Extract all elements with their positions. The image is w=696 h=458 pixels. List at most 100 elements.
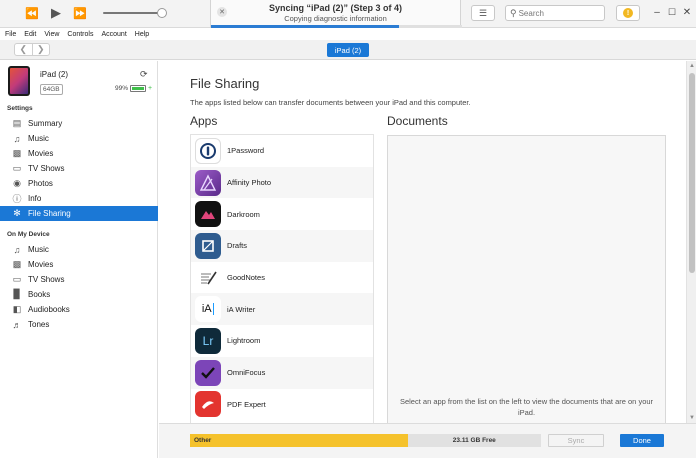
- sync-button[interactable]: Sync: [548, 434, 604, 447]
- main-panel: File Sharing The apps listed below can t…: [159, 61, 686, 423]
- play-icon[interactable]: ▶: [48, 5, 64, 20]
- list-view-button[interactable]: ☰: [471, 5, 495, 21]
- search-icon: ⚲: [510, 7, 517, 18]
- volume-slider[interactable]: [103, 12, 163, 14]
- sidebar-item-device-tones[interactable]: ♬ Tones: [0, 317, 158, 332]
- sidebar-item-file-sharing[interactable]: ✻ File Sharing: [0, 206, 158, 221]
- app-row-darkroom[interactable]: Darkroom: [191, 198, 373, 230]
- sidebar-item-label: Audiobooks: [28, 305, 70, 314]
- scroll-thumb[interactable]: [689, 73, 695, 273]
- forward-icon[interactable]: ❯: [31, 44, 50, 55]
- rewind-icon[interactable]: ⏪: [24, 6, 40, 20]
- sidebar-item-label: TV Shows: [28, 275, 65, 284]
- lightroom-icon: Lr: [195, 327, 221, 354]
- app-row-goodnotes[interactable]: GoodNotes: [191, 262, 373, 294]
- sync-spinner-icon: ⟳: [140, 69, 148, 79]
- app-row-omnifocus[interactable]: OmniFocus: [191, 356, 373, 389]
- sidebar-item-device-tv-shows[interactable]: ▭ TV Shows: [0, 272, 158, 287]
- maximize-icon[interactable]: ☐: [665, 4, 679, 20]
- documents-panel: Select an app from the list on the left …: [387, 135, 666, 423]
- volume-knob[interactable]: [157, 8, 167, 18]
- app-row-lightroom[interactable]: Lr Lightroom: [191, 325, 373, 357]
- sidebar-item-photos[interactable]: ◉ Photos: [0, 176, 158, 191]
- menu-controls[interactable]: Controls: [67, 31, 93, 38]
- vertical-scrollbar[interactable]: ▲ ▼: [686, 61, 696, 423]
- sidebar-item-label: Music: [28, 245, 49, 254]
- done-button[interactable]: Done: [620, 434, 664, 447]
- sidebar-item-movies[interactable]: ▩ Movies: [0, 146, 158, 161]
- scroll-up-icon[interactable]: ▲: [687, 61, 696, 71]
- sidebar-item-label: Tones: [28, 320, 50, 329]
- music-note-icon: ♫: [13, 244, 21, 255]
- app-name: Darkroom: [227, 209, 260, 219]
- tv-icon: ▭: [12, 274, 22, 284]
- apps-list: 1Password Affinity Photo Darkroom Drafts…: [190, 134, 374, 423]
- affinity-photo-icon: [195, 169, 221, 196]
- menu-file[interactable]: File: [5, 31, 16, 38]
- menu-help[interactable]: Help: [135, 31, 149, 38]
- menu-bar: File Edit View Controls Account Help: [0, 28, 696, 40]
- app-row-drafts[interactable]: Drafts: [191, 230, 373, 262]
- sync-status: Copying diagnostic information: [284, 14, 387, 23]
- sidebar-item-device-music[interactable]: ♫ Music: [0, 242, 158, 257]
- sidebar-item-info[interactable]: ⓘ Info: [0, 191, 158, 206]
- menu-account[interactable]: Account: [101, 31, 126, 38]
- apps-header: Apps: [190, 114, 218, 128]
- app-name: Drafts: [227, 241, 248, 251]
- search-input[interactable]: [518, 8, 593, 18]
- device-tab[interactable]: iPad (2): [327, 43, 369, 57]
- app-store-icon: ✻: [13, 208, 21, 218]
- app-row-affinity-photo[interactable]: Affinity Photo: [191, 166, 373, 199]
- app-name: OmniFocus: [227, 368, 266, 378]
- status-display: ✕ Syncing “iPad (2)” (Step 3 of 4) Copyi…: [210, 0, 462, 28]
- menu-edit[interactable]: Edit: [24, 31, 36, 38]
- sidebar: iPad (2) 64GB ⟳ 99% + Settings ▤ Summary…: [0, 61, 158, 458]
- sidebar-item-device-audiobooks[interactable]: ◧ Audiobooks: [0, 302, 158, 317]
- drafts-icon: [195, 232, 221, 259]
- omnifocus-icon: [195, 359, 221, 386]
- audiobook-icon: ◧: [12, 304, 22, 314]
- minimize-icon[interactable]: –: [650, 4, 664, 20]
- battery-status: 99% +: [115, 85, 152, 92]
- film-icon: ▩: [12, 259, 22, 269]
- sidebar-item-device-movies[interactable]: ▩ Movies: [0, 257, 158, 272]
- menu-view[interactable]: View: [44, 31, 59, 38]
- list-icon: ☰: [478, 7, 488, 18]
- storage-free-segment: 23.11 GB Free: [407, 434, 541, 447]
- app-row-1password[interactable]: 1Password: [191, 135, 373, 167]
- storage-free-label: 23.11 GB Free: [452, 437, 496, 444]
- back-icon[interactable]: ❮: [15, 44, 32, 55]
- sync-title: Syncing “iPad (2)” (Step 3 of 4): [268, 3, 403, 13]
- close-icon[interactable]: ✕: [680, 4, 694, 20]
- app-name: GoodNotes: [227, 273, 265, 283]
- capacity-badge: 64GB: [40, 84, 63, 95]
- sidebar-item-label: Photos: [28, 179, 53, 188]
- app-row-pdf-expert[interactable]: PDF Expert: [191, 389, 373, 421]
- app-name: Affinity Photo: [227, 178, 272, 188]
- sidebar-item-label: Summary: [28, 119, 63, 128]
- 1password-icon: [195, 137, 221, 164]
- app-name: iA Writer: [227, 304, 256, 314]
- documents-hint: Select an app from the list on the left …: [399, 397, 654, 417]
- music-note-icon: ♫: [13, 133, 21, 144]
- device-name: iPad (2): [40, 70, 69, 79]
- sidebar-item-label: TV Shows: [28, 164, 65, 173]
- scroll-down-icon[interactable]: ▼: [687, 413, 696, 423]
- sidebar-item-label: Movies: [28, 260, 54, 269]
- fast-forward-icon[interactable]: ⏩: [72, 6, 88, 20]
- tv-icon: ▭: [12, 163, 22, 173]
- storage-bar: Other 23.11 GB Free: [190, 434, 541, 447]
- goodnotes-icon: [195, 264, 221, 291]
- pdf-expert-icon: [195, 391, 221, 418]
- page-description: The apps listed below can transfer docum…: [190, 98, 471, 107]
- sidebar-item-tv-shows[interactable]: ▭ TV Shows: [0, 161, 158, 176]
- storage-other-segment: Other: [190, 434, 408, 447]
- sidebar-item-summary[interactable]: ▤ Summary: [0, 116, 158, 131]
- search-field[interactable]: ⚲: [505, 5, 605, 21]
- alert-button[interactable]: !: [616, 5, 640, 21]
- sidebar-item-device-books[interactable]: ▉ Books: [0, 287, 158, 302]
- sidebar-item-label: Books: [28, 290, 51, 299]
- app-row-ia-writer[interactable]: iA iA Writer: [191, 293, 373, 326]
- camera-icon: ◉: [13, 178, 21, 188]
- sidebar-item-music[interactable]: ♫ Music: [0, 131, 158, 146]
